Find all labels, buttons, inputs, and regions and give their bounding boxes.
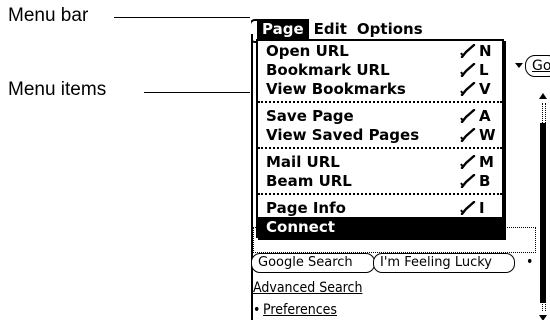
menu-bar: Page Edit Options xyxy=(251,19,428,43)
menu-options[interactable]: Options xyxy=(352,19,428,39)
menu-separator xyxy=(258,193,502,195)
menu-item-view-saved-pages[interactable]: View Saved Pages W xyxy=(258,125,502,144)
command-stroke-icon xyxy=(460,62,476,77)
menu-item-label: Mail URL xyxy=(266,152,340,171)
command-stroke-icon xyxy=(460,81,476,96)
menu-shortcut: B xyxy=(460,172,496,190)
shortcut-key: A xyxy=(479,106,491,125)
menu-item-mail-url[interactable]: Mail URL M xyxy=(258,152,502,171)
command-stroke-icon xyxy=(460,173,476,188)
menu-items-callout: Menu items xyxy=(8,79,107,100)
advanced-search-link[interactable]: Advanced Search xyxy=(253,280,362,296)
feeling-lucky-button[interactable]: I'm Feeling Lucky xyxy=(373,253,515,273)
scroll-up-arrow-icon[interactable] xyxy=(539,93,547,99)
shortcut-key: B xyxy=(479,171,491,190)
menu-item-save-page[interactable]: Save Page A xyxy=(258,106,502,125)
menu-shortcut: I xyxy=(460,199,496,217)
page-menu-dropdown: Open URL N Bookmark URL L View Bookmarks V Sav… xyxy=(256,39,504,238)
menu-separator xyxy=(258,101,502,103)
shortcut-key: V xyxy=(479,79,491,98)
menu-bar-callout: Menu bar xyxy=(8,5,89,26)
menu-item-label: Page Info xyxy=(266,198,346,217)
menu-item-beam-url[interactable]: Beam URL B xyxy=(258,171,502,190)
bullet-icon: • xyxy=(253,302,261,318)
menu-item-view-bookmarks[interactable]: View Bookmarks V xyxy=(258,79,502,98)
menu-item-open-url[interactable]: Open URL N xyxy=(258,41,502,60)
menu-shortcut: N xyxy=(460,42,496,60)
menu-item-label: View Bookmarks xyxy=(266,79,406,98)
menu-edit[interactable]: Edit xyxy=(309,19,352,39)
palm-screen: Go Google Search I'm Feeling Lucky • Adv… xyxy=(251,15,550,320)
scroll-thumb[interactable] xyxy=(540,123,546,303)
menu-item-bookmark-url[interactable]: Bookmark URL L xyxy=(258,60,502,79)
menu-item-connect[interactable]: Connect xyxy=(258,217,502,236)
menu-shortcut: M xyxy=(460,153,496,171)
menu-shortcut: V xyxy=(460,80,496,98)
menu-item-label: Open URL xyxy=(266,41,349,60)
menu-page[interactable]: Page xyxy=(257,19,309,39)
preferences-link[interactable]: Preferences xyxy=(263,302,337,318)
go-button[interactable]: Go xyxy=(525,55,550,77)
command-stroke-icon xyxy=(460,43,476,58)
menu-item-label: View Saved Pages xyxy=(266,125,420,144)
shortcut-key: M xyxy=(479,152,494,171)
menu-item-page-info[interactable]: Page Info I xyxy=(258,198,502,217)
menu-item-label: Bookmark URL xyxy=(266,60,390,79)
menu-item-label: Beam URL xyxy=(266,171,352,190)
vertical-scrollbar[interactable] xyxy=(537,93,549,320)
shortcut-key: W xyxy=(479,125,496,144)
menu-item-label: Save Page xyxy=(266,106,354,125)
command-stroke-icon xyxy=(460,127,476,142)
menu-separator xyxy=(258,147,502,149)
menu-item-label: Connect xyxy=(266,217,335,236)
shortcut-key: I xyxy=(479,198,485,217)
shortcut-key: L xyxy=(479,60,489,79)
shortcut-key: N xyxy=(479,41,492,60)
command-stroke-icon xyxy=(460,154,476,169)
menu-shortcut: A xyxy=(460,107,496,125)
command-stroke-icon xyxy=(460,200,476,215)
menu-bar-leader-line xyxy=(114,17,250,18)
menu-items-leader-line xyxy=(144,92,250,93)
scroll-down-arrow-icon[interactable] xyxy=(539,315,547,320)
url-dropdown-arrow-icon[interactable] xyxy=(515,63,523,68)
google-search-button[interactable]: Google Search xyxy=(251,253,375,273)
command-stroke-icon xyxy=(460,108,476,123)
menu-shortcut: L xyxy=(460,61,496,79)
bullet-separator: • xyxy=(526,254,534,270)
menu-shortcut: W xyxy=(460,126,496,144)
